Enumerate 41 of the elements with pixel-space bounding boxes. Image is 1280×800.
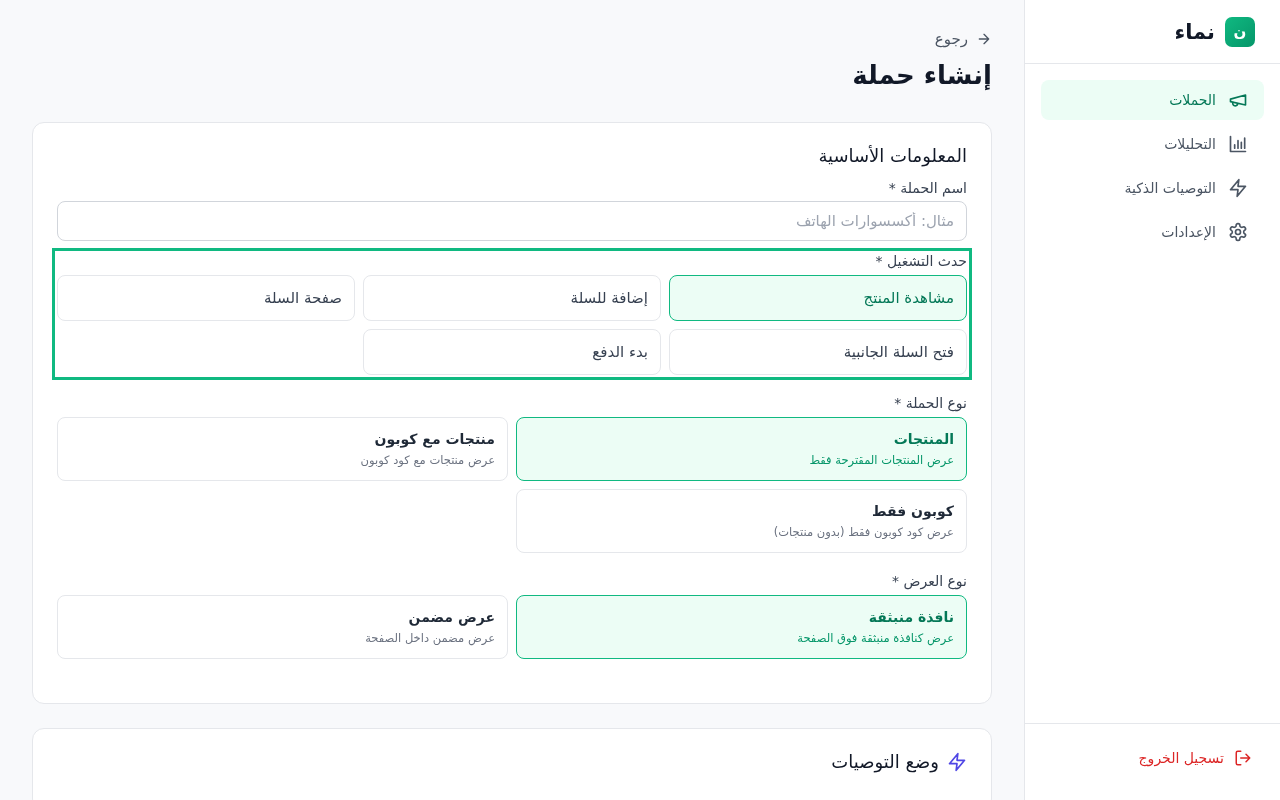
option-title: المنتجات (893, 431, 954, 447)
field-label: نوع العرض * (891, 573, 967, 589)
option-button[interactable]: صفحة السلة (57, 275, 355, 321)
logout-link[interactable]: تسجيل الخروج (1138, 740, 1252, 776)
settings-icon (1228, 222, 1248, 242)
back-link[interactable]: رجوع (934, 30, 992, 48)
option-description: عرض مضمن داخل الصفحة (365, 631, 495, 645)
option-card[interactable]: كوبون فقط عرض كود كوبون فقط (بدون منتجات) (516, 489, 967, 553)
field-label: حدث التشغيل * (874, 253, 967, 269)
option-title: كوبون فقط (872, 503, 954, 519)
field-label: اسم الحملة * (887, 180, 967, 196)
option-button[interactable]: مشاهدة المنتج (669, 275, 967, 321)
option-card[interactable]: نافذة منبثقة عرض كنافذة منبثقة فوق الصفحة (516, 595, 967, 659)
option-title: نافذة منبثقة (868, 609, 954, 625)
option-button[interactable]: فتح السلة الجانبية (669, 329, 967, 375)
bar-chart-icon (1228, 134, 1248, 154)
option-description: عرض منتجات مع كود كوبون (360, 453, 495, 467)
arrow-icon (976, 31, 992, 47)
section-title: وضع التوصيات (831, 751, 939, 772)
nav-item[interactable]: الحملات (1041, 80, 1264, 120)
option-button[interactable]: إضافة للسلة (363, 275, 661, 321)
option-description: عرض المنتجات المقترحة فقط (809, 453, 954, 467)
option-card[interactable]: المنتجات عرض المنتجات المقترحة فقط (516, 417, 967, 481)
brand-name: نماء (1174, 19, 1215, 44)
lightning-icon (1228, 178, 1248, 198)
option-description: عرض كود كوبون فقط (بدون منتجات) (773, 525, 954, 539)
option-title: منتجات مع كوبون (374, 431, 495, 447)
nav-item[interactable]: التحليلات (1041, 124, 1264, 164)
logout-icon (1234, 749, 1252, 767)
lightning-icon (947, 751, 967, 772)
logo-icon: ن (1225, 16, 1255, 47)
option-card[interactable]: عرض مضمن عرض مضمن داخل الصفحة (57, 595, 508, 659)
option-card[interactable]: منتجات مع كوبون عرض منتجات مع كود كوبون (57, 417, 508, 481)
nav-item[interactable]: الإعدادات (1041, 212, 1264, 252)
option-description: عرض كنافذة منبثقة فوق الصفحة (797, 631, 954, 645)
field-label: نوع الحملة * (893, 395, 967, 411)
section-title: المعلومات الأساسية (818, 145, 967, 166)
option-title: عرض مضمن (408, 609, 495, 625)
option-button[interactable]: بدء الدفع (363, 329, 661, 375)
page-title: إنشاء حملة (852, 60, 992, 90)
nav-item[interactable]: التوصيات الذكية (1041, 168, 1264, 208)
